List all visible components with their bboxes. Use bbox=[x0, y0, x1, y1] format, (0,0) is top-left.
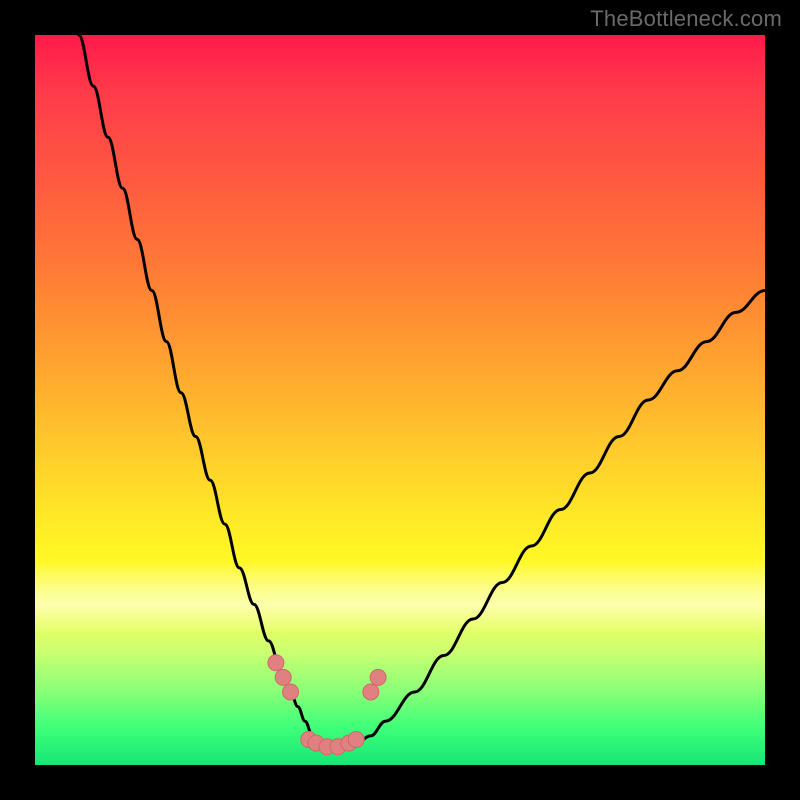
bottleneck-curve-svg bbox=[35, 35, 765, 765]
curve-marker bbox=[348, 732, 364, 748]
curve-marker bbox=[275, 669, 291, 685]
bottleneck-curve bbox=[79, 35, 765, 750]
curve-marker bbox=[363, 684, 379, 700]
curve-marker bbox=[268, 655, 284, 671]
curve-markers-group bbox=[268, 655, 386, 755]
curve-marker bbox=[283, 684, 299, 700]
gradient-plot-area bbox=[35, 35, 765, 765]
watermark-text: TheBottleneck.com bbox=[590, 6, 782, 32]
curve-marker bbox=[370, 669, 386, 685]
outer-frame: TheBottleneck.com bbox=[0, 0, 800, 800]
